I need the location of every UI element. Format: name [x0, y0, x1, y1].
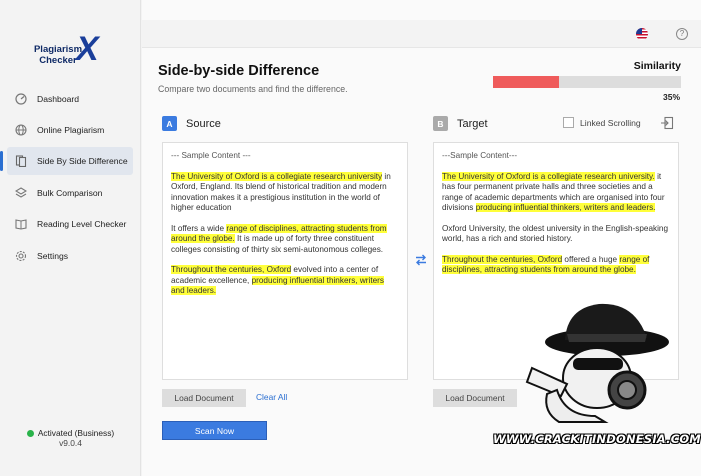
sidebar-item-dashboard[interactable]: Dashboard	[7, 85, 133, 113]
sidebar-item-label: Settings	[37, 251, 69, 261]
source-document[interactable]: --- Sample Content --- The University of…	[162, 142, 408, 380]
source-header: A Source	[162, 116, 221, 131]
target-paragraph-1: The University of Oxford is a collegiate…	[442, 171, 665, 212]
linked-scrolling-label: Linked Scrolling	[580, 117, 641, 128]
document-icon	[14, 154, 28, 168]
source-paragraph-3: Throughout the centuries, Oxford evolved…	[171, 265, 384, 295]
source-paragraph-1: The University of Oxford is a collegiate…	[171, 171, 391, 212]
target-doc-header: ---Sample Content---	[442, 151, 518, 160]
sidebar-item-side-by-side[interactable]: Side By Side Difference	[0, 147, 133, 175]
layers-icon	[14, 186, 28, 200]
sidebar: Plagiarism Checker X Dashboard Online Pl…	[0, 0, 141, 476]
sidebar-item-label: Online Plagiarism	[37, 125, 105, 135]
sidebar-item-label: Reading Level Checker	[37, 219, 127, 229]
linked-scrolling-toggle[interactable]: Linked Scrolling	[563, 117, 641, 128]
clear-all-link[interactable]: Clear All	[256, 392, 287, 402]
source-paragraph-2: It offers a wide range of disciplines, a…	[171, 223, 387, 254]
target-header: B Target	[433, 116, 488, 131]
sidebar-item-online-plagiarism[interactable]: Online Plagiarism	[7, 116, 133, 144]
source-doc-header: --- Sample Content ---	[171, 151, 251, 160]
sidebar-item-label: Bulk Comparison	[37, 188, 103, 198]
sidebar-item-label: Dashboard	[37, 94, 80, 104]
sidebar-item-label: Side By Side Difference	[37, 156, 128, 166]
status-dot-icon	[26, 430, 34, 438]
help-icon[interactable]: ?	[676, 28, 688, 40]
similarity-bar	[493, 76, 681, 88]
sidebar-item-bulk-comparison[interactable]: Bulk Comparison	[7, 179, 133, 207]
source-badge: A	[162, 116, 177, 131]
swap-icon[interactable]	[414, 253, 428, 267]
top-bar: ?	[142, 20, 701, 48]
spy-mascot-icon	[525, 303, 669, 423]
source-title: Source	[186, 117, 221, 130]
sidebar-item-settings[interactable]: Settings	[7, 242, 133, 270]
target-badge: B	[433, 116, 448, 131]
export-icon[interactable]	[660, 116, 674, 130]
activation-status: Activated (Business)	[0, 428, 141, 438]
logo-x-icon: X	[76, 30, 99, 68]
similarity-label: Similarity	[633, 60, 681, 72]
book-icon	[14, 217, 28, 231]
page-title: Side-by-side Difference	[158, 63, 320, 79]
similarity-percent: 35%	[662, 92, 680, 102]
watermark-text: WWW.CRACKITINDONESIA.COM	[493, 432, 701, 446]
target-title: Target	[457, 117, 488, 130]
source-load-document-button[interactable]: Load Document	[162, 389, 246, 407]
target-paragraph-2: Oxford University, the oldest university…	[442, 223, 669, 244]
dashboard-icon	[14, 92, 28, 106]
us-flag-icon[interactable]	[636, 28, 648, 40]
watermark: WWW.CRACKITINDONESIA.COM	[487, 290, 701, 476]
globe-icon	[14, 123, 28, 137]
linked-scrolling-checkbox[interactable]	[563, 117, 574, 128]
similarity-bar-fill	[493, 76, 559, 88]
gear-icon	[14, 249, 28, 263]
scan-now-button[interactable]: Scan Now	[162, 421, 267, 440]
app-logo: Plagiarism Checker X	[28, 30, 118, 70]
target-paragraph-3: Throughout the centuries, Oxford offered…	[442, 254, 650, 274]
app-version: v9.0.4	[59, 438, 82, 448]
page-subtitle: Compare two documents and find the diffe…	[158, 84, 348, 94]
sidebar-item-reading-level[interactable]: Reading Level Checker	[7, 210, 133, 238]
